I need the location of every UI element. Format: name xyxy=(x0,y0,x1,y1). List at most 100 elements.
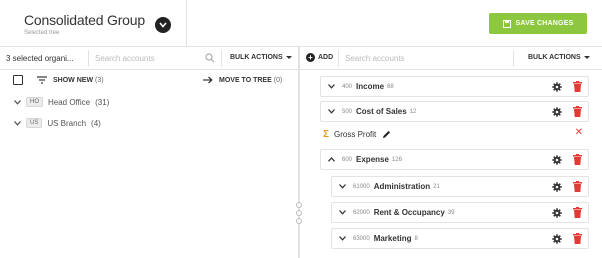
chevron-down-icon[interactable] xyxy=(328,109,336,114)
account-name: Marketing xyxy=(373,234,412,243)
right-bulk-actions-button[interactable]: BULK ACTIONS xyxy=(528,54,590,61)
left-panel: 3 selected organi... BULK ACTIONS SHOW N… xyxy=(0,47,298,258)
page-title: Consolidated Group xyxy=(24,12,145,28)
caret-down-icon xyxy=(285,56,292,59)
move-to-tree-label: MOVE TO TREE xyxy=(219,76,272,84)
account-code: 61000 xyxy=(353,183,370,190)
trash-icon[interactable] xyxy=(573,154,582,165)
caret-down-icon xyxy=(583,56,590,59)
account-name: Administration xyxy=(373,182,431,191)
chevron-down-icon xyxy=(159,22,167,28)
org-count: (4) xyxy=(91,118,101,128)
trash-icon[interactable] xyxy=(573,233,582,244)
arrow-right-icon xyxy=(203,76,213,84)
right-search xyxy=(338,50,514,67)
close-icon[interactable]: ✕ xyxy=(575,127,583,138)
account-code: 600 xyxy=(342,156,353,163)
row-actions xyxy=(552,106,582,117)
account-row-cost-of-sales[interactable]: 500 Cost of Sales 12 xyxy=(320,101,589,122)
account-row-expense[interactable]: 600 Expense 126 xyxy=(320,149,589,170)
trash-icon[interactable] xyxy=(573,207,582,218)
pencil-icon[interactable] xyxy=(382,130,391,139)
formula-row-gross-profit[interactable]: Σ Gross Profit ✕ xyxy=(323,127,589,141)
org-name: US Branch xyxy=(47,118,87,128)
left-bulk-actions-button[interactable]: BULK ACTIONS xyxy=(230,54,292,61)
save-label: SAVE CHANGES xyxy=(515,20,574,27)
trash-icon[interactable] xyxy=(573,181,582,192)
org-count: (31) xyxy=(95,97,110,107)
chevron-down-icon[interactable] xyxy=(339,184,347,189)
account-name: Income xyxy=(356,82,385,91)
selected-organisations-label[interactable]: 3 selected organi... xyxy=(6,54,86,63)
save-changes-button[interactable]: SAVE CHANGES xyxy=(489,13,587,34)
row-actions xyxy=(552,207,582,218)
title-block: Consolidated Group Selected tree xyxy=(24,12,145,36)
save-icon xyxy=(502,19,511,28)
sigma-icon: Σ xyxy=(323,128,330,140)
account-count: 39 xyxy=(447,209,455,216)
account-code: 63000 xyxy=(353,235,370,242)
chevron-up-icon[interactable] xyxy=(328,157,336,162)
org-badge: US xyxy=(26,118,43,128)
gear-icon[interactable] xyxy=(552,207,562,218)
left-options-row: SHOW NEW (3) MOVE TO TREE (0) xyxy=(0,73,298,89)
account-count: 8 xyxy=(414,235,418,242)
gear-icon[interactable] xyxy=(552,154,562,165)
account-row-income[interactable]: 400 Income 68 xyxy=(320,76,589,97)
chevron-down-icon[interactable] xyxy=(339,236,347,241)
gear-icon[interactable] xyxy=(552,181,562,192)
left-search xyxy=(88,50,222,67)
add-label: ADD xyxy=(318,54,334,61)
show-new-button[interactable]: SHOW NEW (3) xyxy=(37,76,104,84)
gear-icon[interactable] xyxy=(552,106,562,117)
add-button[interactable]: + ADD xyxy=(306,53,333,62)
filter-icon xyxy=(37,76,47,84)
trash-icon[interactable] xyxy=(573,106,582,117)
page-subtitle: Selected tree xyxy=(24,30,60,36)
org-item-head-office[interactable]: HO Head Office (31) xyxy=(14,95,109,109)
right-search-input[interactable] xyxy=(339,54,513,63)
chevron-down-icon xyxy=(14,120,21,126)
bulk-actions-label: BULK ACTIONS xyxy=(528,54,581,61)
account-row-administration[interactable]: 61000 Administration 21 xyxy=(331,176,589,197)
search-icon xyxy=(205,53,215,63)
move-to-tree-count: (0) xyxy=(273,76,283,84)
plus-icon: + xyxy=(306,53,315,62)
tree-dropdown-button[interactable] xyxy=(155,17,171,33)
account-code: 62000 xyxy=(353,209,370,216)
org-name: Head Office xyxy=(48,97,91,107)
row-actions xyxy=(552,233,582,244)
show-new-count: (3) xyxy=(95,76,104,84)
row-actions xyxy=(552,154,582,165)
header: Consolidated Group Selected tree SAVE CH… xyxy=(0,0,602,47)
header-divider xyxy=(186,0,187,47)
row-actions xyxy=(552,181,582,192)
org-badge: HO xyxy=(26,97,43,107)
select-all-checkbox[interactable] xyxy=(13,75,23,85)
gear-icon[interactable] xyxy=(552,81,562,92)
gear-icon[interactable] xyxy=(552,233,562,244)
bulk-actions-label: BULK ACTIONS xyxy=(230,54,283,61)
formula-label: Gross Profit xyxy=(334,129,377,139)
right-toolbar: + ADD BULK ACTIONS xyxy=(300,47,602,70)
org-item-us-branch[interactable]: US US Branch (4) xyxy=(14,116,101,130)
account-count: 12 xyxy=(409,108,417,115)
account-name: Rent & Occupancy xyxy=(373,208,445,217)
trash-icon[interactable] xyxy=(573,81,582,92)
account-row-rent-occupancy[interactable]: 62000 Rent & Occupancy 39 xyxy=(331,202,589,223)
account-name: Expense xyxy=(356,155,389,164)
account-name: Cost of Sales xyxy=(356,107,407,116)
left-toolbar: 3 selected organi... BULK ACTIONS xyxy=(0,47,298,70)
show-new-label: SHOW NEW xyxy=(53,76,94,84)
chevron-down-icon xyxy=(14,99,21,105)
account-row-marketing[interactable]: 63000 Marketing 8 xyxy=(331,228,589,249)
account-code: 500 xyxy=(342,108,353,115)
chevron-down-icon[interactable] xyxy=(339,210,347,215)
account-count: 126 xyxy=(391,156,402,163)
row-actions xyxy=(552,81,582,92)
chevron-down-icon[interactable] xyxy=(328,84,336,89)
left-search-input[interactable] xyxy=(89,54,221,63)
move-to-tree-button[interactable]: MOVE TO TREE (0) xyxy=(203,76,282,84)
account-count: 68 xyxy=(387,83,394,90)
account-code: 400 xyxy=(342,83,353,90)
